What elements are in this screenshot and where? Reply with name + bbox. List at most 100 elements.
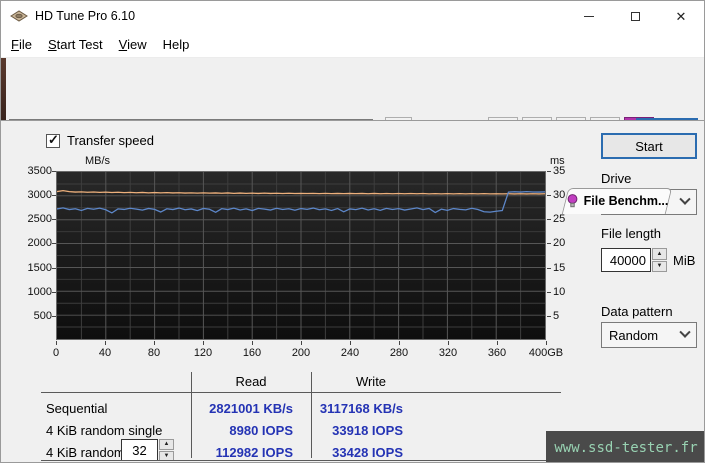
close-button[interactable]: ✕ (658, 1, 704, 31)
y-left-tick: 3000 (27, 189, 52, 202)
y-right-tickmark (547, 315, 551, 317)
chevron-down-icon (679, 193, 691, 205)
x-tick: 240 (340, 347, 360, 359)
y-left-tickmark (52, 195, 56, 197)
x-tick: 200 (291, 347, 311, 359)
y-right-tick: 30 (553, 189, 566, 202)
spin-down-button[interactable]: ▼ (652, 260, 667, 272)
spin-up-button[interactable]: ▲ (159, 439, 174, 450)
menu-bar: File Start Test View Help (1, 31, 704, 58)
row-label-random-single: 4 KiB random single (46, 423, 163, 438)
checkmark-icon: ✓ (48, 131, 59, 147)
y-left-tickmark (52, 171, 56, 172)
y-right-tick: 35 (553, 165, 566, 177)
x-tick: 160 (242, 347, 262, 359)
data-pattern-combo[interactable]: Random (601, 322, 697, 348)
random-multi-read-value: 112982 IOPS (215, 445, 293, 460)
menu-file[interactable]: File (3, 33, 40, 56)
maximize-icon (630, 11, 640, 21)
x-tickmark (399, 341, 400, 345)
y-left-tick: 2000 (27, 237, 52, 250)
x-tickmark (203, 341, 204, 345)
y-right-tick: 5 (553, 309, 560, 322)
column-header-write: Write (355, 374, 387, 389)
y-right-tickmark (547, 243, 551, 245)
table-divider-2 (311, 372, 312, 458)
x-tick: 320 (438, 347, 458, 359)
transfer-speed-option: ✓ Transfer speed (46, 131, 154, 148)
x-tickmark (448, 341, 449, 345)
y-left-tickmark (52, 243, 56, 245)
y-left-tick: 500 (33, 309, 52, 322)
y-left-tick: 2500 (27, 213, 52, 226)
y-right-tickmark (547, 219, 551, 221)
title-bar: HD Tune Pro 6.10 ✕ (1, 1, 704, 31)
y-right-tickmark (547, 171, 551, 172)
x-tick: 40 (98, 347, 112, 359)
random-multi-write-value: 33428 IOPS (332, 445, 403, 460)
queue-depth-spinner: ▲ ▼ (159, 439, 174, 461)
row-label-sequential: Sequential (46, 401, 108, 416)
y-left-tickmark (52, 267, 56, 269)
y-left-tick: 3500 (27, 165, 52, 177)
y-right-tick: 15 (553, 261, 566, 274)
file-length-input[interactable]: 40000 (601, 248, 651, 272)
random-single-write-value: 33918 IOPS (332, 423, 403, 438)
app-disk-icon (10, 10, 28, 22)
x-tick: 80 (147, 347, 161, 359)
hd-tune-window: HD Tune Pro 6.10 ✕ File Start Test View … (0, 0, 705, 463)
x-tickmark (105, 341, 106, 345)
minimize-icon (584, 15, 594, 17)
y-left-tickmark (52, 291, 56, 293)
x-tickmark (154, 341, 155, 345)
start-button[interactable]: Start (601, 133, 697, 159)
y-right-tick: 20 (553, 237, 566, 250)
close-icon: ✕ (675, 8, 687, 24)
column-header-read: Read (235, 374, 267, 389)
minimize-button[interactable] (566, 1, 612, 31)
tab-file-benchmark[interactable]: File Benchm... (565, 188, 669, 214)
table-rule-bottom (41, 460, 561, 461)
transfer-speed-checkbox[interactable]: ✓ (46, 131, 60, 148)
x-tickmark (301, 341, 302, 345)
y-right-tickmark (547, 291, 551, 293)
transfer-speed-label: Transfer speed (67, 133, 154, 148)
x-tickmark (497, 341, 498, 345)
y-axis-left-title: MB/s (85, 155, 111, 167)
tab-strip: ◁ Benchmark Info (1, 94, 704, 209)
toolbar: TEAM TM8FGM002T 82°F (1, 58, 704, 147)
file-length-unit: MiB (673, 253, 696, 268)
y-left-tick: 1500 (27, 261, 52, 274)
x-tick: 120 (193, 347, 213, 359)
y-right-tickmark (547, 267, 551, 269)
sequential-read-value: 2821001 KB/s (209, 401, 293, 416)
x-tick: 400GB (528, 347, 564, 359)
y-left-tickmark (52, 315, 56, 317)
queue-depth-input[interactable]: 32 (121, 439, 158, 461)
file-benchmark-bulb-icon (567, 194, 578, 208)
y-left-tick: 1000 (27, 285, 52, 298)
x-tick: 360 (487, 347, 507, 359)
menu-start-test[interactable]: Start Test (40, 33, 111, 56)
sequential-write-value: 3117168 KB/s (319, 401, 403, 416)
menu-view[interactable]: View (111, 33, 155, 56)
x-tickmark (546, 341, 547, 345)
spin-up-button[interactable]: ▲ (652, 248, 667, 260)
watermark: www.ssd-tester.fr (546, 431, 704, 462)
drive-label: Drive (601, 171, 632, 186)
x-tick: 0 (52, 347, 60, 359)
y-right-tick: 25 (553, 213, 566, 226)
table-rule-top (41, 392, 561, 393)
random-single-read-value: 8980 IOPS (229, 423, 293, 438)
transfer-speed-chart (56, 171, 546, 340)
window-title: HD Tune Pro 6.10 (35, 9, 136, 23)
maximize-button[interactable] (612, 1, 658, 31)
file-benchmark-page: ✓ Transfer speed MB/s ms 3500 3000 2500 200… (1, 120, 704, 462)
y-left-tickmark (52, 219, 56, 221)
y-right-tick: 10 (553, 285, 566, 298)
menu-help[interactable]: Help (155, 33, 198, 56)
chevron-down-icon (679, 326, 691, 338)
x-tickmark (56, 341, 57, 345)
x-tickmark (350, 341, 351, 345)
y-right-tickmark (547, 195, 551, 197)
